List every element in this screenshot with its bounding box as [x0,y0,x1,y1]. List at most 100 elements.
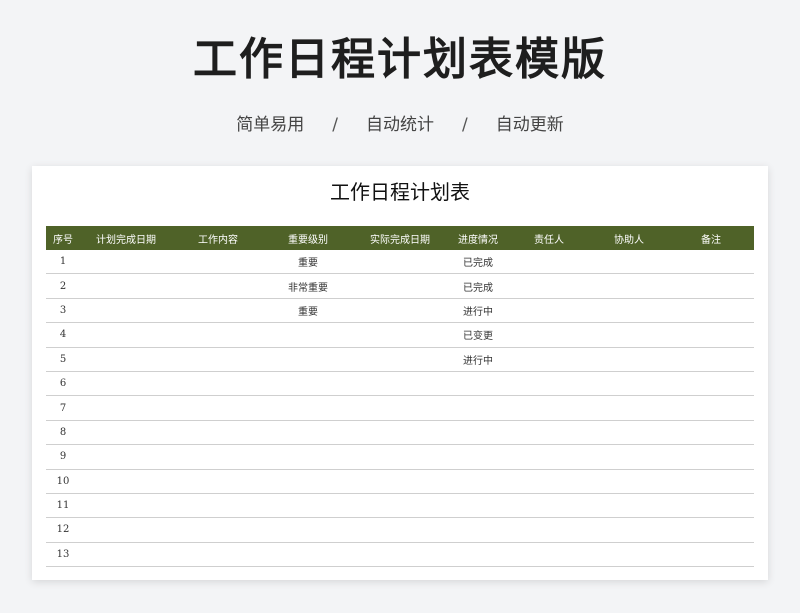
cell-actual-date[interactable] [352,322,448,348]
cell-planned-date[interactable] [80,298,172,324]
column-header-index[interactable]: 序号 [46,226,80,250]
cell-planned-date[interactable] [80,542,172,568]
cell-notes[interactable] [668,420,754,446]
column-header-priority[interactable]: 重要级别 [264,226,352,250]
cell-assistant[interactable] [590,493,668,519]
cell-priority[interactable]: 重要 [264,298,352,324]
cell-planned-date[interactable] [80,395,172,421]
cell-planned-date[interactable] [80,420,172,446]
cell-progress[interactable] [448,371,508,397]
cell-actual-date[interactable] [352,517,448,543]
cell-index[interactable]: 12 [46,517,80,543]
cell-assistant[interactable] [590,444,668,470]
cell-index[interactable]: 2 [46,273,80,299]
cell-index[interactable]: 6 [46,371,80,397]
cell-actual-date[interactable] [352,395,448,421]
column-header-actual-date[interactable]: 实际完成日期 [352,226,448,250]
cell-assistant[interactable] [590,517,668,543]
cell-work-content[interactable] [172,250,264,275]
cell-priority[interactable]: 非常重要 [264,273,352,299]
column-header-work-content[interactable]: 工作内容 [172,226,264,250]
cell-actual-date[interactable] [352,469,448,494]
cell-index[interactable]: 3 [46,298,80,324]
cell-priority[interactable] [264,493,352,519]
cell-priority[interactable] [264,420,352,446]
cell-notes[interactable] [668,347,754,372]
cell-notes[interactable] [668,298,754,324]
cell-owner[interactable] [508,493,590,519]
cell-owner[interactable] [508,517,590,543]
cell-work-content[interactable] [172,371,264,397]
cell-planned-date[interactable] [80,347,172,372]
cell-index[interactable]: 5 [46,347,80,372]
cell-index[interactable]: 13 [46,542,80,568]
column-header-progress[interactable]: 进度情况 [448,226,508,250]
cell-index[interactable]: 4 [46,322,80,348]
cell-work-content[interactable] [172,444,264,470]
cell-assistant[interactable] [590,322,668,348]
cell-progress[interactable] [448,469,508,494]
cell-progress[interactable] [448,517,508,543]
cell-owner[interactable] [508,469,590,494]
column-header-notes[interactable]: 备注 [668,226,754,250]
cell-priority[interactable]: 重要 [264,250,352,275]
cell-actual-date[interactable] [352,542,448,568]
cell-priority[interactable] [264,469,352,494]
column-header-planned-date[interactable]: 计划完成日期 [80,226,172,250]
cell-index[interactable]: 9 [46,444,80,470]
cell-assistant[interactable] [590,420,668,446]
cell-owner[interactable] [508,542,590,568]
cell-work-content[interactable] [172,517,264,543]
cell-work-content[interactable] [172,420,264,446]
cell-owner[interactable] [508,322,590,348]
cell-work-content[interactable] [172,542,264,568]
cell-progress[interactable] [448,444,508,470]
cell-actual-date[interactable] [352,347,448,372]
cell-priority[interactable] [264,542,352,568]
cell-owner[interactable] [508,395,590,421]
cell-assistant[interactable] [590,298,668,324]
cell-work-content[interactable] [172,395,264,421]
cell-notes[interactable] [668,395,754,421]
cell-owner[interactable] [508,273,590,299]
cell-index[interactable]: 1 [46,250,80,275]
cell-progress[interactable]: 进行中 [448,298,508,324]
cell-work-content[interactable] [172,493,264,519]
cell-planned-date[interactable] [80,273,172,299]
cell-notes[interactable] [668,493,754,519]
cell-assistant[interactable] [590,395,668,421]
cell-progress[interactable] [448,542,508,568]
cell-notes[interactable] [668,250,754,275]
cell-actual-date[interactable] [352,250,448,275]
cell-progress[interactable] [448,395,508,421]
cell-assistant[interactable] [590,469,668,494]
cell-notes[interactable] [668,542,754,568]
cell-assistant[interactable] [590,250,668,275]
cell-index[interactable]: 11 [46,493,80,519]
cell-progress[interactable] [448,420,508,446]
cell-progress[interactable]: 已完成 [448,250,508,275]
cell-planned-date[interactable] [80,371,172,397]
cell-actual-date[interactable] [352,493,448,519]
cell-assistant[interactable] [590,347,668,372]
cell-notes[interactable] [668,469,754,494]
cell-priority[interactable] [264,347,352,372]
cell-progress[interactable]: 进行中 [448,347,508,372]
column-header-assistant[interactable]: 协助人 [590,226,668,250]
cell-priority[interactable] [264,371,352,397]
cell-priority[interactable] [264,444,352,470]
cell-owner[interactable] [508,347,590,372]
cell-index[interactable]: 10 [46,469,80,494]
cell-planned-date[interactable] [80,444,172,470]
cell-planned-date[interactable] [80,322,172,348]
cell-work-content[interactable] [172,322,264,348]
cell-planned-date[interactable] [80,517,172,543]
cell-planned-date[interactable] [80,469,172,494]
cell-owner[interactable] [508,298,590,324]
cell-progress[interactable] [448,493,508,519]
cell-notes[interactable] [668,322,754,348]
cell-progress[interactable]: 已变更 [448,322,508,348]
cell-actual-date[interactable] [352,444,448,470]
cell-work-content[interactable] [172,298,264,324]
cell-owner[interactable] [508,371,590,397]
